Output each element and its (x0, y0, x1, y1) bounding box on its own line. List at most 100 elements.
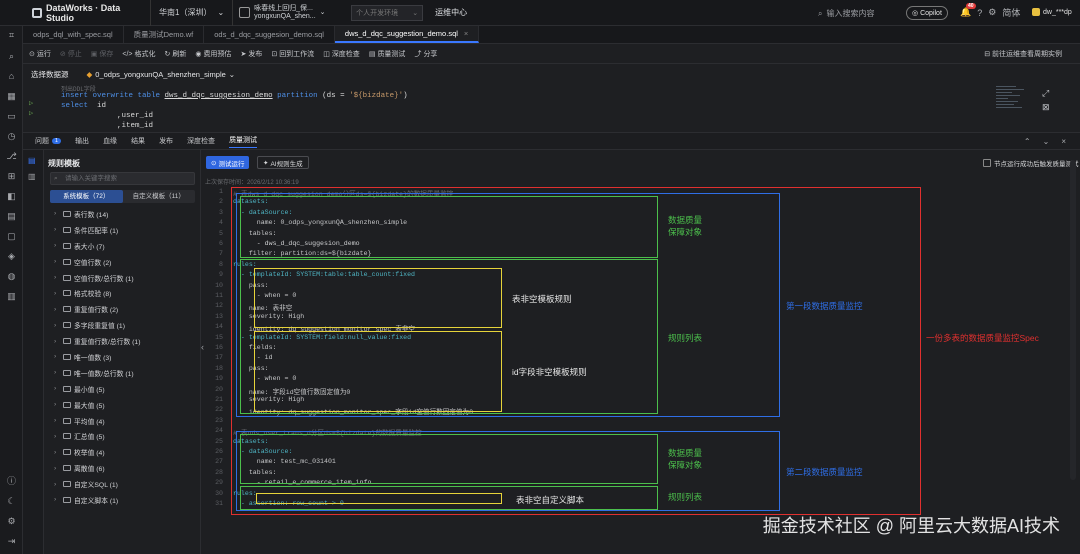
info-icon[interactable]: ⓘ (6, 476, 17, 487)
test-run-button[interactable]: ⊙ 测试运行 (206, 156, 250, 169)
template-tree-item[interactable]: › 重复值行数/总行数 (1) (54, 333, 199, 349)
tab-quality-test[interactable]: 质量测试 (229, 135, 258, 148)
home-icon[interactable]: ⌂ (6, 71, 17, 82)
template-tree-item[interactable]: › 唯一值数/总行数 (1) (54, 365, 199, 381)
gear-icon[interactable]: ⚙ (6, 516, 17, 527)
lang-switch[interactable]: 简体 (1002, 6, 1020, 19)
trash-icon[interactable]: ▥ (6, 291, 17, 302)
tab-quality-demo[interactable]: 质量测试Demo.wf (124, 26, 205, 43)
format-button[interactable]: </> 格式化 (122, 49, 155, 59)
chevron-right-icon: › (54, 337, 57, 345)
template-search-input[interactable]: ⌕ 请输入关键字搜索 (50, 172, 195, 185)
bell-icon[interactable]: 🔔 40 (960, 3, 976, 18)
tab-odps-dql[interactable]: odps_dql_with_spec.sql (23, 26, 124, 43)
exit-icon[interactable]: ⇥ (6, 536, 17, 547)
tab-results[interactable]: 结果 (131, 136, 145, 146)
template-tree-item[interactable]: › 平均值 (4) (54, 413, 199, 429)
folder-icon (63, 369, 71, 376)
clock-icon[interactable]: ◷ (6, 131, 17, 142)
template-tree-item[interactable]: › 多字段重复值 (1) (54, 317, 199, 333)
env-selector[interactable]: 个人开发环境 ⌄ (351, 4, 424, 21)
template-tree-item[interactable]: › 条件匹配率 (1) (54, 222, 199, 238)
tab-deep-check[interactable]: 深度检查 (187, 136, 215, 146)
search-icon[interactable]: ⌕ (6, 51, 17, 62)
seg-system-templates[interactable]: 系统模板（72） (50, 190, 123, 203)
grid-icon[interactable]: ⊞ (6, 171, 17, 182)
code-icon[interactable]: ⌗ (6, 30, 17, 41)
annotation-rule-list2: 规则列表 (668, 492, 703, 502)
template-tree-item[interactable]: › 最小值 (5) (54, 381, 199, 397)
share-button[interactable]: ⤴ 分享 (414, 49, 437, 59)
collapse-icon[interactable]: ⊠ (1042, 102, 1050, 113)
trigger-checkbox[interactable]: 节点运行成功后触发质量测试 (983, 158, 1079, 168)
annotation-spec: 一份多表的数据质量监控Spec (926, 333, 1039, 343)
global-search[interactable]: ⌕ 输入搜索内容 (818, 8, 874, 19)
template-tree-item[interactable]: › 枚举值 (4) (54, 444, 199, 460)
settings-icon[interactable]: ⚙ (988, 7, 996, 18)
region-selector[interactable]: 华南1（深圳） ⌄ (150, 0, 234, 26)
ai-generate-button[interactable]: ✦ AI规则生成 (257, 156, 309, 169)
tab-problems[interactable]: 问题 1 (35, 136, 62, 146)
chevron-down-icon[interactable]: ⌄ (1043, 137, 1050, 146)
help-icon[interactable]: ? (977, 8, 982, 18)
scrollbar[interactable] (1070, 160, 1076, 480)
folder-icon[interactable]: ▭ (6, 111, 17, 122)
template-tree-item[interactable]: › 离散值 (6) (54, 460, 199, 476)
chart-icon[interactable]: ▤ (6, 211, 17, 222)
template-tree: › 表行数 (14) › 条件匹配率 (1) › 表大小 (7) › 空值行数 (2) › 空值行… (54, 206, 199, 508)
template-tree-item[interactable]: › 汇总值 (5) (54, 428, 199, 444)
refresh-button[interactable]: ↻ 刷新 (164, 49, 186, 59)
tab-lineage[interactable]: 血缘 (103, 136, 117, 146)
ai-icon: ✦ (263, 159, 269, 167)
user-menu[interactable]: dw_***dp (1032, 8, 1072, 16)
run-line-icon[interactable]: ▷ (29, 109, 33, 118)
template-icon[interactable]: ▤ (28, 156, 36, 165)
tab-publish[interactable]: 发布 (159, 136, 173, 146)
copilot-button[interactable]: ◎ Copilot (906, 6, 948, 20)
template-tree-item[interactable]: › 自定义脚本 (1) (54, 492, 199, 508)
run-line-icon[interactable]: ▷ (29, 99, 33, 108)
seg-custom-templates[interactable]: 自定义模板（11） (123, 190, 196, 203)
workspace-selector[interactable]: 咏春线上回归_保... yongxunQA_shen... ⌄ (233, 3, 333, 23)
quality-test-button[interactable]: ▤ 质量测试 (369, 49, 406, 59)
ops-instance-link[interactable]: ⊟ 前往运维查看周期实例 (984, 49, 1062, 59)
box-icon[interactable]: ◧ (6, 191, 17, 202)
close-icon[interactable]: × (464, 29, 468, 38)
tab-dws-demo[interactable]: dws_d_dqc_suggestion_demo.sql × (334, 26, 480, 43)
app-logo[interactable]: DataWorks · Data Studio (0, 3, 150, 23)
table-icon[interactable]: ▦ (6, 91, 17, 102)
template-tree-item[interactable]: › 唯一值数 (3) (54, 349, 199, 365)
template-tree-item[interactable]: › 重复值行数 (2) (54, 301, 199, 317)
puzzle-icon[interactable]: ◈ (6, 251, 17, 262)
deep-check-button[interactable]: ◫ 深度检查 (323, 49, 360, 59)
theme-icon[interactable]: ☾ (6, 496, 17, 507)
datasource-select[interactable]: ◆ 0_odps_yongxunQA_shenzhen_simple ⌄ (87, 70, 236, 79)
tab-output[interactable]: 输出 (75, 136, 89, 146)
template-tree-item[interactable]: › 空值行数 (2) (54, 254, 199, 270)
expand-icon[interactable]: ⤢ (1042, 88, 1049, 99)
template-tree-item[interactable]: › 格式校验 (8) (54, 285, 199, 301)
sql-editor[interactable]: ▷ ▷ 列出DDL字段 insert overwrite table dws_d… (23, 84, 1080, 132)
publish-button[interactable]: ➤ 发布 (240, 49, 262, 59)
shield-icon[interactable]: ◍ (6, 271, 17, 282)
save-button[interactable]: ▣ 保存 (91, 49, 114, 59)
flow-icon[interactable]: ⎇ (6, 151, 17, 162)
op-center-link[interactable]: 运维中心 (435, 7, 467, 18)
template-tree-item[interactable]: › 表行数 (14) (54, 206, 199, 222)
template-tree-item[interactable]: › 表大小 (7) (54, 238, 199, 254)
template-tree-item[interactable]: › 最大值 (5) (54, 397, 199, 413)
template-tree-item[interactable]: › 自定义SQL (1) (54, 476, 199, 492)
chevron-right-icon: › (54, 448, 57, 456)
editor-minimap[interactable] (996, 84, 1030, 128)
template-tree-label: 重复值行数 (2) (74, 307, 119, 315)
close-icon[interactable]: × (1061, 137, 1066, 146)
run-button[interactable]: ⊙ 运行 (29, 49, 51, 59)
cost-button[interactable]: ◉ 费用预估 (195, 49, 231, 59)
doc-icon[interactable]: ▥ (28, 172, 36, 181)
template-tree-item[interactable]: › 空值行数/总行数 (1) (54, 270, 199, 286)
back-workflow-button[interactable]: ⊡ 回到工作流 (271, 49, 314, 59)
tab-ods-demo[interactable]: ods_d_dqc_suggesion_demo.sql (204, 26, 335, 43)
stop-button[interactable]: ⊘ 停止 (60, 49, 82, 59)
chevron-up-icon[interactable]: ⌃ (1024, 137, 1031, 146)
chat-icon[interactable]: ▢ (6, 231, 17, 242)
